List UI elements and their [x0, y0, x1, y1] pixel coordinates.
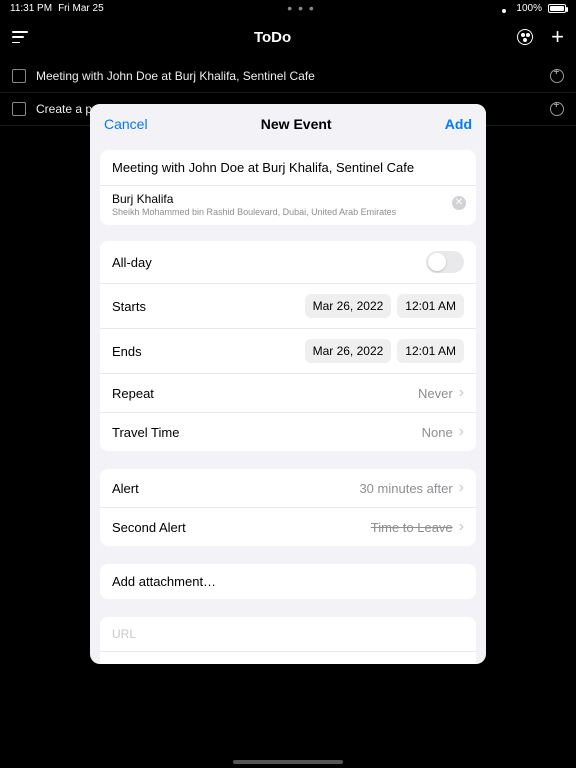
alert-value: 30 minutes after [359, 481, 452, 496]
alert-row[interactable]: Alert 30 minutes after › [100, 469, 476, 508]
add-button[interactable]: Add [445, 116, 472, 132]
location-detail: Sheikh Mohammed bin Rashid Boulevard, Du… [112, 207, 464, 217]
alarm-icon[interactable] [550, 69, 564, 83]
second-alert-value: Time to Leave [371, 520, 453, 535]
all-day-row: All-day [100, 241, 476, 284]
status-date: Fri Mar 25 [58, 3, 104, 14]
app-title: ToDo [254, 29, 291, 46]
all-day-toggle[interactable] [426, 251, 464, 273]
location-name: Burj Khalifa [112, 192, 464, 206]
ends-time-pill[interactable]: 12:01 AM [397, 339, 464, 363]
attachment-section: Add attachment… [100, 564, 476, 599]
travel-time-label: Travel Time [112, 425, 179, 440]
checkbox-icon[interactable] [12, 102, 26, 116]
url-row[interactable]: URL [100, 617, 476, 652]
second-alert-row[interactable]: Second Alert Time to Leave › [100, 508, 476, 546]
cancel-button[interactable]: Cancel [104, 116, 148, 132]
checkbox-icon[interactable] [12, 69, 26, 83]
ends-date-pill[interactable]: Mar 26, 2022 [305, 339, 392, 363]
title-location-section: Meeting with John Doe at Burj Khalifa, S… [100, 150, 476, 225]
notes-placeholder: Notes [112, 662, 143, 664]
ends-row: Ends Mar 26, 2022 12:01 AM [100, 329, 476, 374]
repeat-label: Repeat [112, 386, 154, 401]
battery-icon [548, 4, 566, 13]
url-notes-section: URL Notes [100, 617, 476, 664]
multitask-dots: • • • [287, 0, 314, 16]
todo-label: Meeting with John Doe at Burj Khalifa, S… [36, 69, 315, 83]
status-time: 11:31 PM [10, 3, 52, 14]
wifi-icon [498, 4, 510, 13]
home-indicator[interactable] [233, 760, 343, 764]
modal-title: New Event [261, 116, 332, 132]
second-alert-label: Second Alert [112, 520, 186, 535]
repeat-value: Never [418, 386, 453, 401]
palette-icon[interactable] [517, 29, 533, 45]
new-event-modal: Cancel New Event Add Meeting with John D… [90, 104, 486, 664]
chevron-right-icon: › [459, 423, 464, 441]
ends-label: Ends [112, 344, 142, 359]
battery-percent: 100% [516, 3, 542, 14]
notes-row[interactable]: Notes [100, 652, 476, 664]
location-row[interactable]: Burj Khalifa Sheikh Mohammed bin Rashid … [100, 186, 476, 225]
alarm-icon[interactable] [550, 102, 564, 116]
alert-label: Alert [112, 481, 139, 496]
starts-date-pill[interactable]: Mar 26, 2022 [305, 294, 392, 318]
alert-section: Alert 30 minutes after › Second Alert Ti… [100, 469, 476, 546]
repeat-row[interactable]: Repeat Never › [100, 374, 476, 413]
starts-label: Starts [112, 299, 146, 314]
chevron-right-icon: › [459, 384, 464, 402]
chevron-right-icon: › [459, 518, 464, 536]
url-placeholder: URL [112, 627, 136, 641]
chevron-right-icon: › [459, 479, 464, 497]
status-bar: 11:31 PM Fri Mar 25 • • • 100% [0, 0, 576, 16]
time-section: All-day Starts Mar 26, 2022 12:01 AM End… [100, 241, 476, 451]
all-day-label: All-day [112, 255, 152, 270]
add-icon[interactable]: + [551, 26, 564, 48]
add-attachment-row[interactable]: Add attachment… [100, 564, 476, 599]
app-header: ToDo + [0, 20, 576, 54]
modal-header: Cancel New Event Add [90, 104, 486, 144]
starts-row: Starts Mar 26, 2022 12:01 AM [100, 284, 476, 329]
travel-time-value: None [422, 425, 453, 440]
clear-location-icon[interactable]: ✕ [452, 196, 466, 210]
menu-icon[interactable] [12, 31, 28, 43]
starts-time-pill[interactable]: 12:01 AM [397, 294, 464, 318]
travel-time-row[interactable]: Travel Time None › [100, 413, 476, 451]
todo-item[interactable]: Meeting with John Doe at Burj Khalifa, S… [0, 60, 576, 93]
event-title-input[interactable]: Meeting with John Doe at Burj Khalifa, S… [100, 150, 476, 186]
add-attachment-label: Add attachment… [112, 574, 216, 589]
